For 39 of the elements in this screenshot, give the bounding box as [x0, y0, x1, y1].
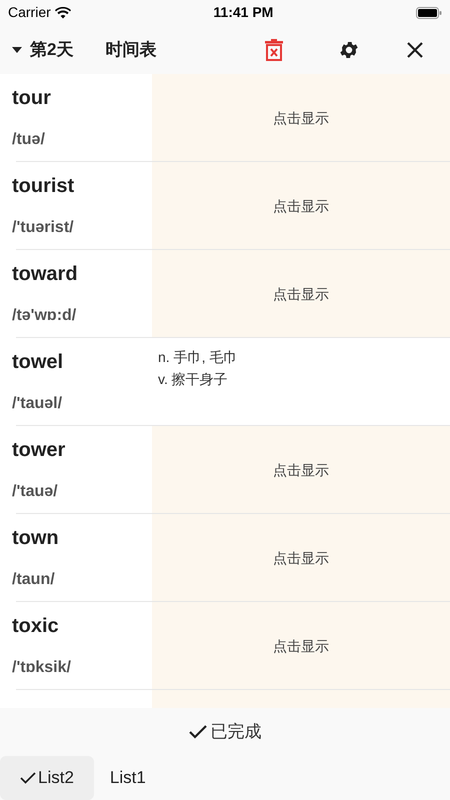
word-text: towel: [12, 350, 64, 374]
check-icon: [188, 725, 206, 739]
word-text: toward: [12, 262, 78, 286]
day-dropdown[interactable]: 第2天: [12, 36, 74, 62]
word-text: town: [12, 526, 59, 550]
battery-icon: [416, 6, 442, 18]
definition-panel[interactable]: n. 手巾, 毛巾 v. 擦干身子: [152, 338, 450, 426]
delete-button[interactable]: [265, 38, 283, 60]
list-tab[interactable]: List2: [0, 756, 94, 800]
check-icon: [20, 772, 36, 784]
caret-icon: [12, 46, 22, 52]
close-icon: [406, 40, 424, 58]
carrier-text: Carrier: [8, 3, 51, 22]
header-title: 时间表: [105, 38, 156, 61]
word-text: tourist: [12, 174, 74, 198]
phonetic-text: /taun/: [12, 570, 55, 590]
phonetic-text: /'tauə/: [12, 482, 58, 502]
word-text: tour: [12, 86, 51, 110]
trash-icon: [265, 38, 283, 60]
phonetic-text: /tuə/: [12, 130, 45, 150]
list-tab[interactable]: List1: [94, 756, 162, 800]
definition-text: v. 擦干身子: [158, 370, 228, 389]
word-text: toxic: [12, 614, 59, 638]
reveal-button[interactable]: 点击显示: [152, 426, 450, 514]
close-button[interactable]: [406, 40, 424, 58]
reveal-button[interactable]: 点击显示: [152, 514, 450, 602]
phonetic-text: /'tɒksik/: [12, 658, 71, 678]
definition-text: n. 手巾, 毛巾: [158, 348, 238, 367]
reveal-button[interactable]: 点击显示: [152, 602, 450, 690]
wifi-icon: [54, 6, 71, 18]
phonetic-text: /tə'wɒ:d/: [12, 306, 76, 326]
reveal-button[interactable]: 点击显示: [152, 74, 450, 162]
done-button[interactable]: 已完成: [188, 719, 262, 745]
reveal-button[interactable]: 点击显示: [152, 250, 450, 338]
word-text: tower: [12, 438, 66, 462]
clock-text: 11:41 PM: [213, 3, 274, 22]
phonetic-text: /'tauəl/: [12, 394, 62, 414]
reveal-button[interactable]: 点击显示: [152, 162, 450, 250]
phonetic-text: /'tuərist/: [12, 218, 74, 238]
